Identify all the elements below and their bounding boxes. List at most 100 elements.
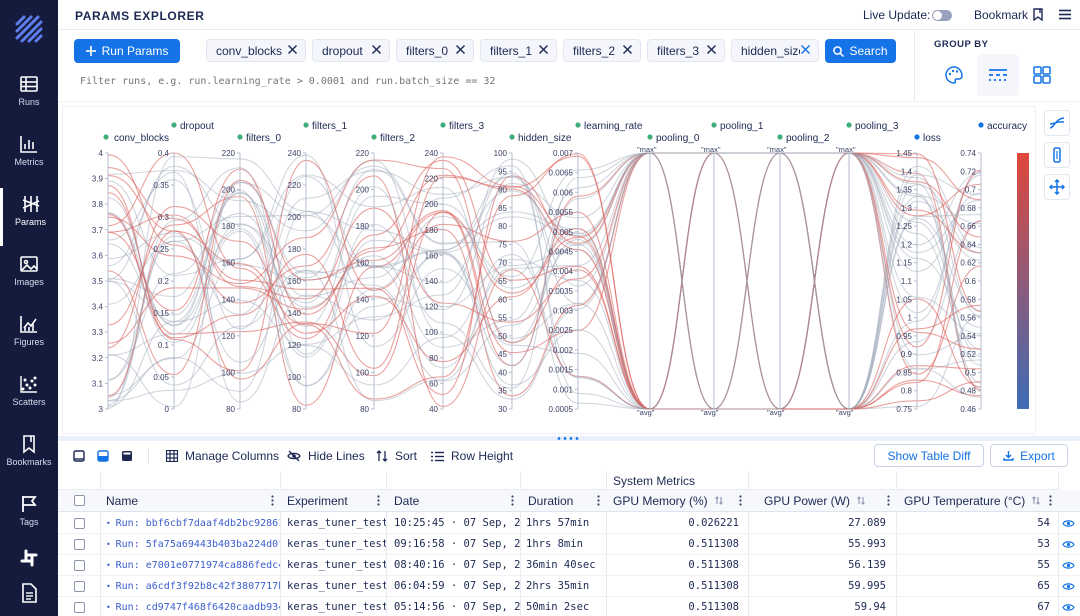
export-button[interactable]: Export bbox=[990, 444, 1068, 467]
row-checkbox[interactable] bbox=[74, 517, 85, 529]
row-visibility-cell[interactable] bbox=[1058, 576, 1080, 597]
table-row[interactable]: • Run: e7001e0771974ca886fedc47 keras_tun… bbox=[58, 555, 1080, 576]
column-header-duration[interactable]: Duration bbox=[520, 490, 606, 512]
search-button[interactable]: Search bbox=[825, 39, 896, 63]
param-chip-filters-0[interactable]: filters_0 bbox=[396, 39, 474, 62]
row-select-cell[interactable] bbox=[58, 555, 100, 576]
run-name-cell[interactable]: • Run: bbf6cbf7daaf4db2bc928618 bbox=[100, 513, 280, 534]
run-params-button[interactable]: Run Params bbox=[74, 39, 180, 63]
table-row[interactable]: • Run: cd9747f468f6420caadb934f keras_tun… bbox=[58, 597, 1080, 616]
row-checkbox[interactable] bbox=[74, 559, 85, 571]
row-visibility-cell[interactable] bbox=[1058, 555, 1080, 576]
axis-pooling-2[interactable]: pooling_2"max" "avg" bbox=[767, 133, 830, 417]
chart-svg[interactable]: conv_blocks 4 3.9 3.8 3.7 3.6 3.5 3.4 3.3 3.2 3.1 3… bbox=[63, 107, 1035, 433]
run-name-cell[interactable]: • Run: a6cdf3f92b8c42f3807717b6 bbox=[100, 576, 280, 597]
row-select-cell[interactable] bbox=[58, 534, 100, 555]
color-indicator-button[interactable] bbox=[1044, 142, 1070, 168]
run-name-cell[interactable]: • Run: cd9747f468f6420caadb934f bbox=[100, 597, 280, 616]
column-menu-icon[interactable] bbox=[271, 495, 274, 506]
run-name-link[interactable]: • Run: e7001e0771974ca886fedc47 bbox=[106, 560, 280, 571]
table-height-medium-icon[interactable] bbox=[97, 450, 109, 462]
docs-icon[interactable] bbox=[20, 583, 38, 603]
run-name-text[interactable]: Run: e7001e0771974ca886fedc47 bbox=[116, 560, 280, 571]
table-height-large-icon[interactable] bbox=[121, 450, 133, 462]
column-header-gpu-power-w[interactable]: GPU Power (W) bbox=[748, 490, 896, 512]
row-visibility-cell[interactable] bbox=[1058, 597, 1080, 616]
table-row[interactable]: • Run: bbf6cbf7daaf4db2bc928618 keras_tun… bbox=[58, 513, 1080, 534]
eye-icon[interactable] bbox=[1062, 582, 1075, 591]
filter-query-input[interactable] bbox=[80, 73, 900, 89]
column-header-experiment[interactable]: Experiment bbox=[280, 490, 386, 512]
select-all-checkbox-cell[interactable] bbox=[58, 490, 100, 512]
sidebar-item-scatters[interactable]: Scatters bbox=[0, 368, 58, 426]
row-height-button[interactable]: Row Height bbox=[431, 449, 513, 463]
column-menu-icon[interactable] bbox=[511, 495, 514, 506]
curve-interpolation-button[interactable] bbox=[1044, 110, 1070, 136]
column-header-name[interactable]: Name bbox=[100, 490, 280, 512]
close-icon[interactable] bbox=[538, 44, 549, 55]
table-row[interactable]: • Run: 5fa75a69443b403ba224d0ff keras_tun… bbox=[58, 534, 1080, 555]
sort-arrows-icon[interactable] bbox=[857, 496, 865, 505]
eye-icon[interactable] bbox=[1062, 519, 1075, 528]
close-icon[interactable] bbox=[287, 44, 298, 55]
parallel-coordinates-chart[interactable]: conv_blocks 4 3.9 3.8 3.7 3.6 3.5 3.4 3.3 3.2 3.1 3… bbox=[62, 106, 1036, 434]
column-header-gpu-memory[interactable]: GPU Memory (%) bbox=[606, 490, 748, 512]
menu-icon[interactable] bbox=[1059, 9, 1071, 20]
sidebar-item-images[interactable]: Images bbox=[0, 248, 58, 306]
eye-icon[interactable] bbox=[1062, 561, 1075, 570]
group-by-chart[interactable] bbox=[1021, 54, 1063, 96]
sidebar-item-runs[interactable]: Runs bbox=[0, 68, 58, 126]
hide-lines-button[interactable]: Hide Lines bbox=[287, 449, 365, 463]
run-name-cell[interactable]: • Run: 5fa75a69443b403ba224d0ff bbox=[100, 534, 280, 555]
close-icon[interactable] bbox=[622, 44, 633, 55]
param-chip-filters-2[interactable]: filters_2 bbox=[563, 39, 641, 62]
group-by-stroke[interactable] bbox=[977, 54, 1019, 96]
row-visibility-cell[interactable] bbox=[1058, 534, 1080, 555]
run-name-text[interactable]: Run: 5fa75a69443b403ba224d0ff bbox=[116, 539, 280, 550]
run-name-link[interactable]: • Run: bbf6cbf7daaf4db2bc928618 bbox=[106, 518, 280, 529]
axis-filters-3[interactable]: filters_3 240 220 200 180 160 140 120 100 80 60 40 bbox=[425, 121, 485, 414]
run-name-text[interactable]: Run: a6cdf3f92b8c42f3807717b6 bbox=[116, 581, 280, 592]
param-chip-hidden-size[interactable]: hidden_size bbox=[731, 39, 819, 62]
row-select-cell[interactable] bbox=[58, 597, 100, 616]
run-name-text[interactable]: Run: cd9747f468f6420caadb934f bbox=[116, 602, 280, 613]
axis-pooling-0[interactable]: pooling_0"max" "avg" bbox=[637, 133, 700, 417]
row-checkbox[interactable] bbox=[74, 538, 85, 550]
zoom-button[interactable] bbox=[1044, 174, 1070, 200]
group-by-color[interactable] bbox=[933, 54, 975, 96]
live-update-toggle[interactable] bbox=[932, 10, 952, 21]
close-icon[interactable] bbox=[800, 44, 811, 55]
column-menu-icon[interactable] bbox=[887, 495, 890, 506]
column-header-gpu-temperature-c[interactable]: GPU Temperature (°C) bbox=[896, 490, 1058, 512]
sidebar-item-metrics[interactable]: Metrics bbox=[0, 128, 58, 186]
column-menu-icon[interactable] bbox=[1049, 495, 1052, 506]
run-name-link[interactable]: • Run: 5fa75a69443b403ba224d0ff bbox=[106, 539, 280, 550]
row-checkbox[interactable] bbox=[74, 580, 85, 592]
table-height-small-icon[interactable] bbox=[73, 450, 85, 462]
close-icon[interactable] bbox=[455, 44, 466, 55]
show-table-diff-button[interactable]: Show Table Diff bbox=[874, 444, 984, 467]
sidebar-item-bookmarks[interactable]: Bookmarks bbox=[0, 428, 58, 486]
axis-accuracy[interactable]: accuracy 0.74 0.72 0.7 0.68 0.66 0.64 0.62 0.6 0.… bbox=[960, 121, 1029, 414]
sort-button[interactable]: Sort bbox=[376, 449, 417, 463]
row-visibility-cell[interactable] bbox=[1058, 513, 1080, 534]
sidebar-item-figures[interactable]: Figures bbox=[0, 308, 58, 366]
row-select-cell[interactable] bbox=[58, 513, 100, 534]
close-icon[interactable] bbox=[706, 44, 717, 55]
close-icon[interactable] bbox=[371, 44, 382, 55]
column-header-date[interactable]: Date bbox=[386, 490, 520, 512]
slack-icon[interactable] bbox=[19, 548, 39, 568]
run-name-link[interactable]: • Run: cd9747f468f6420caadb934f bbox=[106, 602, 280, 613]
sidebar-item-params[interactable]: Params bbox=[0, 188, 58, 246]
param-chip-filters-1[interactable]: filters_1 bbox=[480, 39, 557, 62]
bookmark-button[interactable]: Bookmark bbox=[974, 8, 1028, 22]
eye-icon[interactable] bbox=[1062, 540, 1075, 549]
sort-arrows-icon[interactable] bbox=[1032, 496, 1041, 505]
column-menu-icon[interactable] bbox=[377, 495, 380, 506]
run-name-cell[interactable]: • Run: e7001e0771974ca886fedc47 bbox=[100, 555, 280, 576]
param-chip-dropout[interactable]: dropout bbox=[312, 39, 390, 62]
table-row[interactable]: • Run: a6cdf3f92b8c42f3807717b6 keras_tun… bbox=[58, 576, 1080, 597]
bookmark-icon[interactable] bbox=[1032, 8, 1044, 21]
aim-logo[interactable] bbox=[14, 14, 44, 44]
sort-arrows-icon[interactable] bbox=[714, 496, 723, 505]
